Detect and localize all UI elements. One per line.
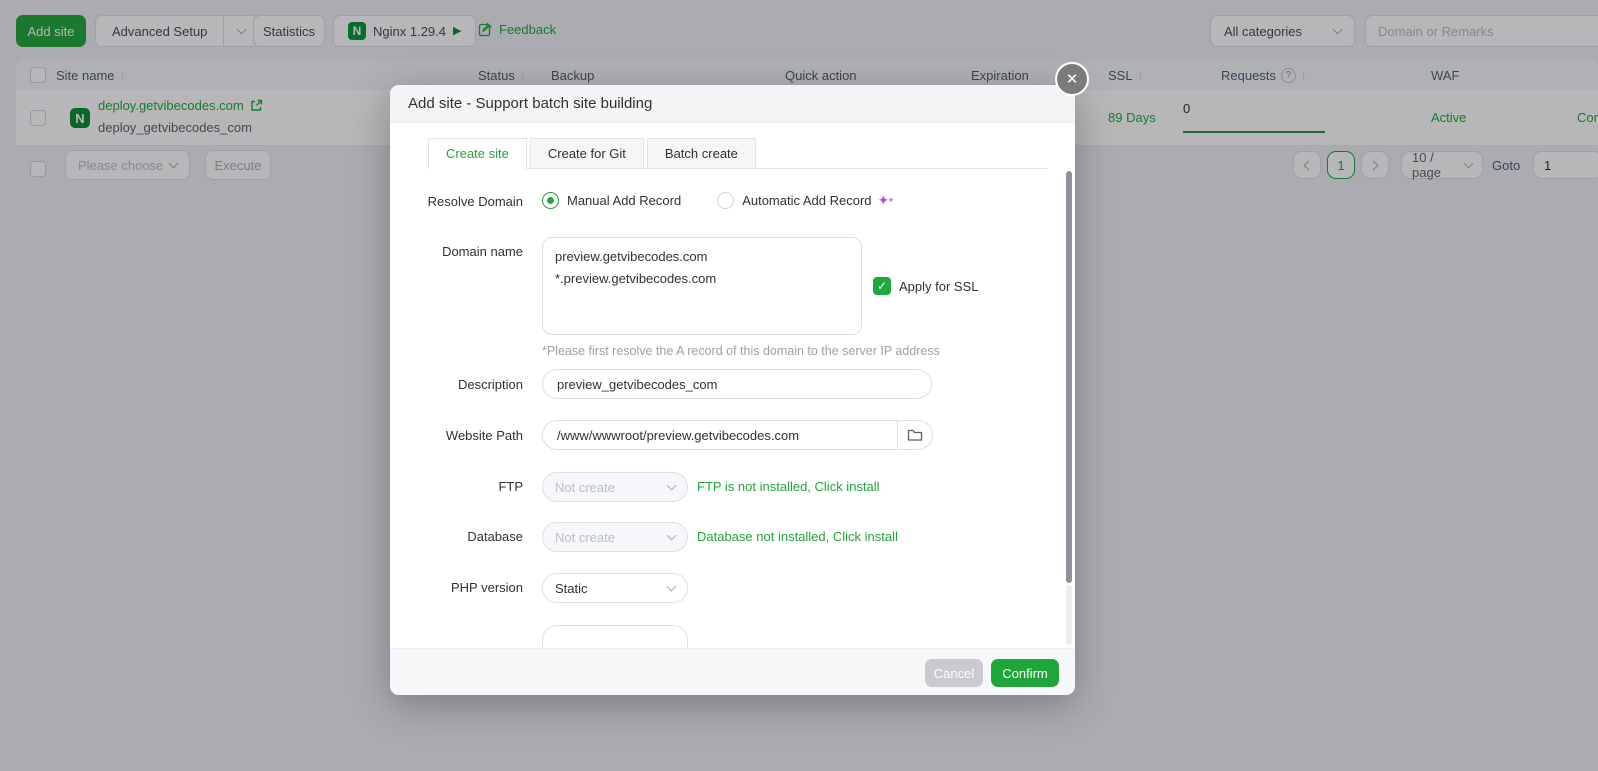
database-label: Database <box>467 529 523 544</box>
partial-select <box>542 625 688 648</box>
database-select-value: Not create <box>555 529 615 545</box>
website-path-input[interactable] <box>542 420 898 450</box>
manual-add-record-label[interactable]: Manual Add Record <box>567 193 681 208</box>
database-install-link[interactable]: Database not installed, Click install <box>697 529 898 544</box>
modal-footer: Cancel Confirm <box>390 648 1075 695</box>
ftp-label: FTP <box>498 479 523 494</box>
close-icon[interactable]: ✕ <box>1055 62 1089 96</box>
php-version-label: PHP version <box>450 580 523 595</box>
chevron-down-icon <box>666 530 677 541</box>
add-site-modal: ✕ Add site - Support batch site building… <box>390 62 1089 695</box>
tab-bar: Create site Create for Git Batch create <box>428 138 756 169</box>
modal-body: Create site Create for Git Batch create … <box>390 123 1075 648</box>
domain-name-textarea[interactable]: preview.getvibecodes.com *.preview.getvi… <box>542 237 862 335</box>
chevron-down-icon <box>666 581 677 592</box>
modal-scrollbar-thumb[interactable] <box>1066 171 1072 583</box>
automatic-add-record-radio[interactable] <box>717 192 735 209</box>
resolve-domain-options: Manual Add Record Automatic Add Record ✦… <box>542 192 895 209</box>
modal-title: Add site - Support batch site building <box>408 95 653 112</box>
manual-add-record-radio[interactable] <box>542 192 559 209</box>
chevron-down-icon <box>666 480 677 491</box>
description-input[interactable] <box>542 369 932 399</box>
website-path-label: Website Path <box>445 428 523 443</box>
database-select: Not create <box>542 522 688 552</box>
resolve-domain-label: Resolve Domain <box>427 194 523 209</box>
confirm-button[interactable]: Confirm <box>991 659 1059 687</box>
description-label: Description <box>457 377 523 392</box>
tab-create-for-git[interactable]: Create for Git <box>529 138 644 169</box>
ftp-select: Not create <box>542 472 688 502</box>
domain-hint-text: *Please first resolve the A record of th… <box>542 344 940 358</box>
ai-sparkle-small-icon: ✦ <box>887 195 895 205</box>
php-version-select[interactable]: Static <box>542 573 688 603</box>
apply-ssl-label: Apply for SSL <box>899 278 979 294</box>
cancel-button[interactable]: Cancel <box>925 659 983 687</box>
tab-batch-create[interactable]: Batch create <box>646 138 756 169</box>
ftp-install-link[interactable]: FTP is not installed, Click install <box>697 479 880 494</box>
automatic-add-record-label[interactable]: Automatic Add Record <box>742 193 871 208</box>
folder-icon <box>907 429 923 441</box>
ftp-select-value: Not create <box>555 479 615 495</box>
checkbox-checked-icon[interactable]: ✓ <box>873 277 891 295</box>
apply-ssl-option[interactable]: ✓ Apply for SSL <box>873 277 979 295</box>
php-version-value: Static <box>555 580 588 596</box>
browse-path-button[interactable] <box>897 420 933 450</box>
modal-header: Add site - Support batch site building <box>390 85 1075 123</box>
tab-create-site[interactable]: Create site <box>428 138 527 169</box>
modal-scrollbar-track <box>1066 585 1072 645</box>
domain-name-label: Domain name <box>442 244 523 259</box>
